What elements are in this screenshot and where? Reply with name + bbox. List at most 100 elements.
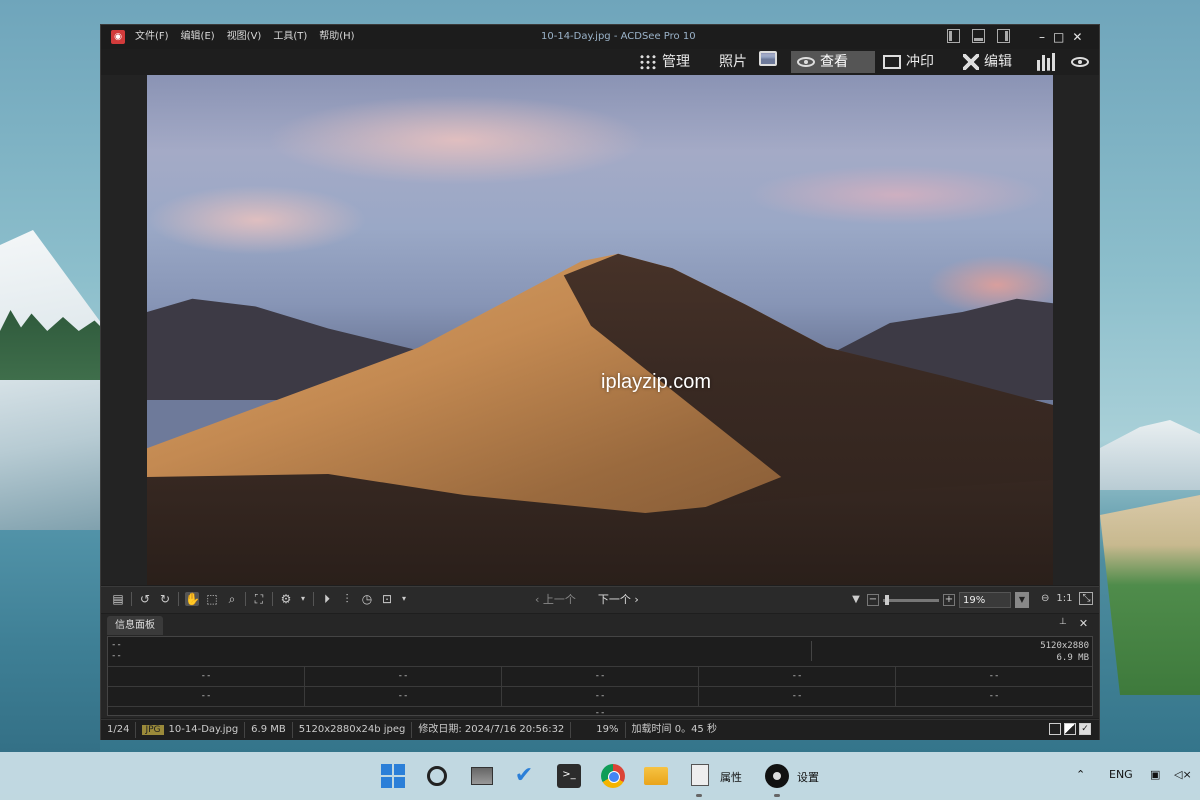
- maximize-button[interactable]: □: [1053, 25, 1064, 49]
- zoom-fit-icon[interactable]: ⊖: [1041, 593, 1049, 604]
- status-modified: 修改日期: 2024/7/16 20:56:32: [412, 722, 572, 738]
- eye-icon: [797, 57, 815, 67]
- visibility-button[interactable]: [1065, 51, 1095, 73]
- next-label: 下一个: [597, 593, 631, 606]
- menu-edit[interactable]: 编辑(E): [181, 25, 215, 49]
- chevron-down-icon[interactable]: ▾: [400, 592, 408, 606]
- right-panel-layout-icon[interactable]: [997, 29, 1010, 43]
- chevron-down-icon[interactable]: ▾: [299, 592, 307, 606]
- fullscreen-icon[interactable]: ⛶: [252, 592, 266, 606]
- navigation: ‹ 上一个 下一个 ›: [535, 587, 639, 613]
- rotate-right-icon[interactable]: ↻: [158, 592, 172, 606]
- info-cell: --: [108, 667, 305, 686]
- menu-file[interactable]: 文件(F): [135, 25, 169, 49]
- tool-icons: ▤ ↺ ↻ ✋ ⬚ ⌕ ⛶ ⚙ ▾ ⏵ ⫶ ◷ ⊡ ▾: [111, 592, 408, 606]
- actual-size-button[interactable]: 1:1: [1056, 593, 1072, 604]
- chevron-up-icon[interactable]: ⌃: [1076, 768, 1085, 781]
- hand-tool-icon[interactable]: ✋: [185, 592, 200, 606]
- triangle-down-icon[interactable]: ▼: [849, 593, 863, 607]
- previous-button[interactable]: ‹ 上一个: [535, 587, 576, 613]
- toolbar-divider: [131, 592, 132, 606]
- info-line: --: [111, 651, 122, 661]
- mode-bar: 管理 照片 查看 冲印 编辑: [101, 49, 1099, 75]
- save-icon[interactable]: ▤: [111, 592, 125, 606]
- toolbar-divider: [245, 592, 246, 606]
- settings-gear-icon[interactable]: [765, 764, 789, 788]
- panel-close-button[interactable]: ✕: [1079, 617, 1088, 630]
- info-panel: 信息面板 ⊥ ✕ -- -- 5120x2880 6.9 MB -- -- --…: [101, 614, 1099, 718]
- mode-edit-button[interactable]: 编辑: [957, 51, 1018, 73]
- start-icon[interactable]: [381, 764, 405, 788]
- camera-icon[interactable]: ◉: [111, 30, 125, 44]
- properties-icon[interactable]: [691, 764, 709, 786]
- title-bar: ◉ 文件(F) 编辑(E) 视图(V) 工具(T) 帮助(H) 10-14-Da…: [101, 25, 1099, 49]
- status-filename: 10-14-Day.jpg: [168, 724, 239, 735]
- histogram-button[interactable]: [1031, 51, 1061, 73]
- mode-view-label: 查看: [820, 54, 848, 70]
- info-cell: --: [988, 671, 1000, 681]
- adjust-sliders-icon[interactable]: ⫶: [340, 592, 354, 606]
- info-cell: --: [502, 667, 699, 686]
- search-icon[interactable]: [427, 766, 447, 786]
- todo-icon[interactable]: ✔: [512, 764, 536, 788]
- contrast-icon[interactable]: [1064, 723, 1076, 735]
- mode-edit-label: 编辑: [984, 54, 1012, 70]
- mode-develop-button[interactable]: 冲印: [877, 51, 940, 73]
- settings-label[interactable]: 设置: [797, 769, 819, 785]
- desktop-wallpaper-mountain: [0, 230, 110, 530]
- zoom-input[interactable]: [959, 592, 1011, 608]
- info-cell: --: [305, 687, 502, 706]
- left-panel-layout-icon[interactable]: [947, 29, 960, 43]
- toolbar-right: ⊖ 1:1 ⤡: [1041, 592, 1094, 605]
- zoom-dropdown[interactable]: ▼: [1015, 592, 1029, 608]
- folder-icon[interactable]: [644, 767, 668, 785]
- fit-window-icon[interactable]: ⤡: [1079, 592, 1094, 605]
- square-icon[interactable]: [1049, 723, 1061, 735]
- zoom-out-button[interactable]: −: [867, 594, 879, 606]
- close-button[interactable]: ✕: [1072, 25, 1082, 49]
- face-detect-icon[interactable]: ⊡: [380, 592, 394, 606]
- mode-photos-button[interactable]: 照片: [713, 51, 777, 73]
- panel-controls: ⊥ ✕: [1059, 617, 1088, 630]
- properties-label[interactable]: 属性: [720, 769, 742, 785]
- task-view-icon[interactable]: [471, 767, 493, 785]
- chevron-left-icon: ‹: [535, 593, 543, 606]
- eye-slash-icon: [1071, 57, 1089, 67]
- network-icon[interactable]: ▣: [1150, 768, 1160, 781]
- bottom-panel-layout-icon[interactable]: [972, 29, 985, 43]
- toolbar-divider: [178, 592, 179, 606]
- status-load-time: 加载时间 0。45 秒: [631, 724, 717, 735]
- grid-icon: [639, 54, 657, 70]
- zoom-slider[interactable]: [883, 594, 939, 605]
- menu-tools[interactable]: 工具(T): [273, 25, 307, 49]
- menu-view[interactable]: 视图(V): [227, 25, 262, 49]
- pin-icon[interactable]: ⊥: [1059, 617, 1067, 630]
- image-viewer[interactable]: iplayzip.com: [101, 75, 1099, 585]
- info-cell: --: [108, 706, 1092, 719]
- clock-icon[interactable]: ◷: [360, 592, 374, 606]
- info-cell: --: [502, 687, 699, 706]
- volume-muted-icon[interactable]: ◁×: [1174, 768, 1192, 781]
- terminal-icon[interactable]: >_: [557, 764, 581, 788]
- language-indicator[interactable]: ENG: [1109, 768, 1133, 781]
- minimize-button[interactable]: –: [1039, 25, 1045, 49]
- status-toggles: ✓: [1049, 723, 1091, 735]
- zoom-tool-icon[interactable]: ⌕: [225, 592, 239, 606]
- gear-icon[interactable]: ⚙: [279, 592, 293, 606]
- zoom-in-button[interactable]: +: [943, 594, 955, 606]
- viewer-toolbar: ▤ ↺ ↻ ✋ ⬚ ⌕ ⛶ ⚙ ▾ ⏵ ⫶ ◷ ⊡ ▾ ‹ 上一个 下一个 › …: [101, 586, 1099, 613]
- mode-manage-button[interactable]: 管理: [633, 51, 696, 73]
- menu-help[interactable]: 帮助(H): [319, 25, 354, 49]
- previous-label: 上一个: [542, 593, 576, 606]
- chrome-icon[interactable]: [601, 764, 625, 788]
- window-title: 10-14-Day.jpg - ACDSee Pro 10: [541, 31, 696, 42]
- select-tool-icon[interactable]: ⬚: [205, 592, 219, 606]
- menu-bar: 文件(F) 编辑(E) 视图(V) 工具(T) 帮助(H): [135, 25, 355, 49]
- play-icon[interactable]: ⏵: [320, 592, 334, 606]
- check-icon[interactable]: ✓: [1079, 723, 1091, 735]
- info-panel-tab[interactable]: 信息面板: [107, 616, 163, 635]
- status-bar: 1/24 JPG 10-14-Day.jpg 6.9 MB 5120x2880x2…: [101, 719, 1099, 740]
- next-button[interactable]: 下一个 ›: [598, 587, 639, 613]
- mode-view-button[interactable]: 查看: [791, 51, 875, 73]
- rotate-left-icon[interactable]: ↺: [138, 592, 152, 606]
